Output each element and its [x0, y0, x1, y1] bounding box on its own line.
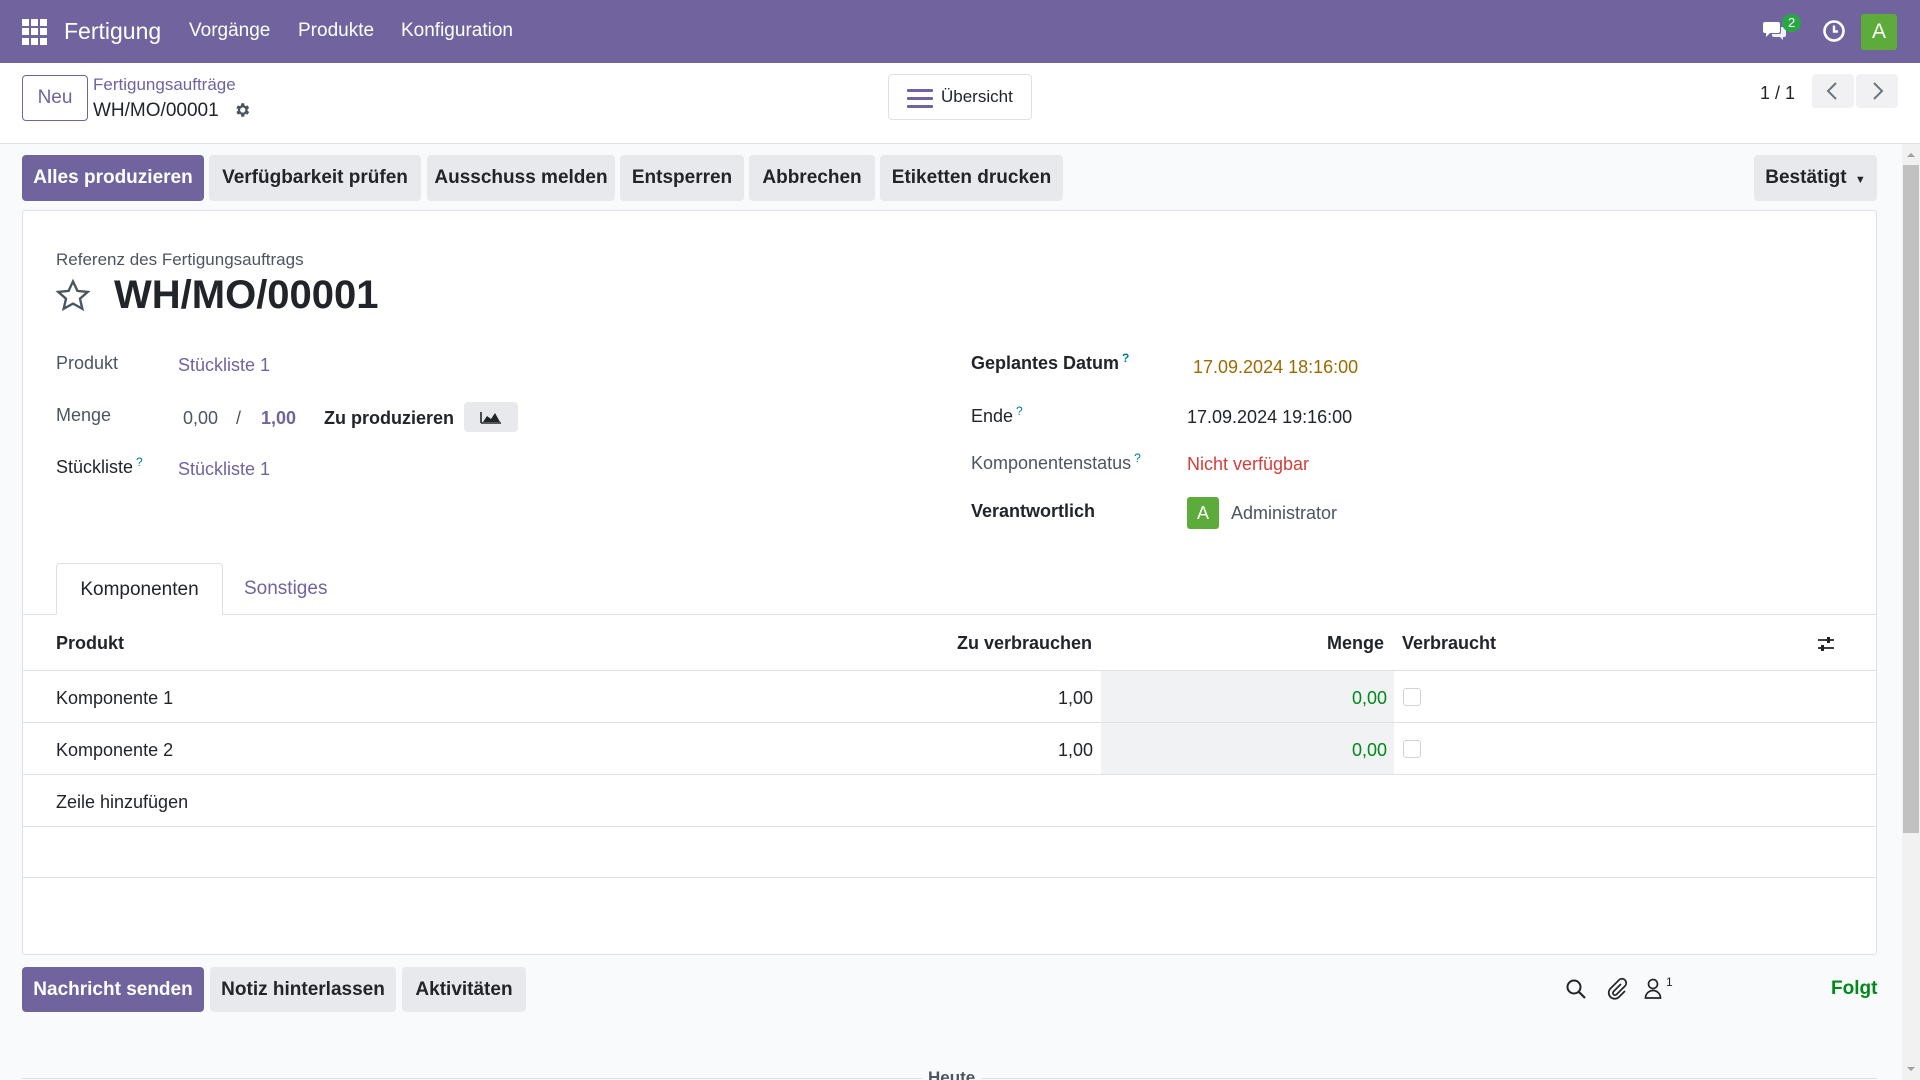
row-1-product[interactable]: Komponente 1 [56, 688, 173, 709]
chevron-right-icon [1873, 82, 1884, 100]
send-message-button[interactable]: Nachricht senden [22, 967, 204, 1012]
record-title: WH/MO/00001 [114, 273, 379, 317]
breadcrumb-parent[interactable]: Fertigungsaufträge [93, 75, 236, 95]
bom-label-text: Stückliste [56, 457, 134, 477]
new-button[interactable]: Neu [22, 75, 88, 121]
product-field[interactable]: Stückliste 1 [178, 355, 270, 376]
row-2-to-consume[interactable]: 1,00 [1058, 740, 1093, 761]
paperclip-icon[interactable] [1606, 977, 1628, 1001]
produce-all-button[interactable]: Alles produzieren [22, 155, 204, 201]
responsible-field[interactable]: Administrator [1231, 503, 1337, 524]
quantity-cell-bg [1101, 723, 1394, 774]
caret-down-icon: ▼ [1854, 174, 1866, 186]
clock-icon[interactable] [1822, 19, 1846, 43]
component-status-field: Nicht verfügbar [1187, 454, 1310, 474]
help-icon[interactable]: ? [1122, 351, 1129, 365]
column-header-consumed[interactable]: Verbraucht [1402, 633, 1496, 654]
print-labels-button[interactable]: Etiketten drucken [880, 155, 1063, 201]
cancel-button[interactable]: Abbrechen [749, 155, 875, 201]
check-availability-button[interactable]: Verfügbarkeit prüfen [209, 155, 421, 201]
follower-count: 1 [1666, 975, 1673, 989]
row-2-product[interactable]: Komponente 2 [56, 740, 173, 761]
breadcrumb-current: WH/MO/00001 [93, 100, 219, 121]
list-icon [907, 89, 933, 113]
responsible-label: Verantwortlich [971, 501, 1096, 521]
search-icon[interactable] [1565, 978, 1587, 1000]
today-separator-label: Heute [922, 1068, 982, 1080]
end-date-field[interactable]: 17.09.2024 19:16:00 [1187, 407, 1352, 428]
row-2-quantity[interactable]: 0,00 [1352, 740, 1387, 761]
menu-konfiguration[interactable]: Konfiguration [401, 20, 513, 42]
top-navbar: Fertigung Vorgänge Produkte Konfiguratio… [0, 0, 1920, 63]
row-1-to-consume[interactable]: 1,00 [1058, 688, 1093, 709]
column-header-to-consume[interactable]: Zu verbrauchen [957, 633, 1092, 654]
table-row-divider [23, 826, 1876, 827]
optional-columns-icon[interactable] [1816, 634, 1836, 654]
row-2-consumed-checkbox[interactable] [1403, 740, 1421, 758]
scroll-up-icon[interactable] [1904, 150, 1918, 160]
app-name[interactable]: Fertigung [64, 18, 161, 45]
scroll-down-icon[interactable] [1904, 1064, 1918, 1074]
table-header-divider [23, 670, 1876, 671]
star-icon[interactable] [54, 277, 92, 315]
reference-label: Referenz des Fertigungsauftrags [56, 250, 304, 269]
control-panel: Neu Fertigungsaufträge WH/MO/00001 Übers… [0, 63, 1920, 144]
report-scrap-button[interactable]: Ausschuss melden [427, 155, 615, 201]
table-row-divider [23, 774, 1876, 775]
activities-button[interactable]: Aktivitäten [402, 967, 526, 1012]
help-icon[interactable]: ? [1134, 451, 1141, 465]
tab-komponenten[interactable]: Komponenten [56, 563, 223, 615]
area-chart-icon [480, 412, 501, 424]
user-avatar[interactable]: A [1861, 14, 1897, 50]
component-status-label: Komponentenstatus? [971, 451, 1141, 474]
log-note-button[interactable]: Notiz hinterlassen [210, 967, 396, 1012]
responsible-avatar: A [1187, 497, 1219, 529]
following-button[interactable]: Folgt [1831, 978, 1877, 1000]
scrollbar-thumb[interactable] [1903, 165, 1919, 833]
bom-label: Stückliste? [56, 455, 143, 478]
forecast-button[interactable] [464, 402, 518, 432]
quantity-separator: / [236, 408, 242, 428]
table-row-divider [23, 722, 1876, 723]
planned-date-field[interactable]: 17.09.2024 18:16:00 [1193, 357, 1358, 378]
overview-button[interactable]: Übersicht [888, 74, 1032, 120]
gear-icon[interactable] [233, 101, 251, 119]
end-date-label-text: Ende [971, 406, 1014, 426]
chevron-left-icon [1826, 82, 1837, 100]
follower-icon[interactable] [1644, 978, 1662, 1000]
component-status-label-text: Komponentenstatus [971, 453, 1132, 473]
row-1-quantity[interactable]: 0,00 [1352, 688, 1387, 709]
help-icon[interactable]: ? [1016, 404, 1023, 418]
apps-menu-icon[interactable] [22, 19, 48, 45]
column-header-product[interactable]: Produkt [56, 633, 124, 654]
chat-count-badge: 2 [1782, 14, 1802, 32]
planned-date-label-text: Geplantes Datum [971, 353, 1120, 373]
quantity-produced-field[interactable]: 0,00 [183, 408, 218, 429]
table-row-divider [23, 877, 1876, 878]
state-dropdown-button[interactable]: Bestätigt ▼ [1754, 155, 1877, 201]
pager-next-button[interactable] [1856, 74, 1898, 108]
product-label: Produkt [56, 353, 119, 373]
menu-vorgaenge[interactable]: Vorgänge [189, 20, 270, 42]
state-label: Bestätigt [1765, 167, 1847, 188]
menu-produkte[interactable]: Produkte [298, 20, 374, 42]
quantity-cell-bg [1101, 671, 1394, 722]
row-1-consumed-checkbox[interactable] [1403, 688, 1421, 706]
quantity-label: Menge [56, 405, 112, 425]
overview-label: Übersicht [941, 87, 1013, 106]
end-date-label: Ende? [971, 404, 1023, 427]
unlock-button[interactable]: Entsperren [620, 155, 744, 201]
tab-sonstiges[interactable]: Sonstiges [244, 563, 327, 615]
pager-value[interactable]: 1 / 1 [1760, 83, 1795, 104]
quantity-total-field[interactable]: 1,00 [261, 408, 296, 429]
add-line-link[interactable]: Zeile hinzufügen [56, 792, 188, 813]
to-produce-label: Zu produzieren [324, 408, 454, 428]
bom-field[interactable]: Stückliste 1 [178, 459, 270, 480]
help-icon[interactable]: ? [136, 455, 143, 469]
planned-date-label: Geplantes Datum? [971, 351, 1129, 374]
column-header-quantity[interactable]: Menge [1327, 633, 1384, 654]
pager-previous-button[interactable] [1812, 74, 1854, 108]
